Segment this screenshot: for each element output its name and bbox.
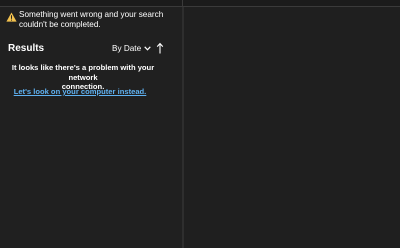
chevron-down-icon — [144, 46, 152, 52]
sort-by-button[interactable]: By Date — [112, 43, 152, 55]
warning-icon — [6, 12, 17, 22]
preview-pane — [184, 7, 400, 248]
error-message-line2: couldn't be completed. — [19, 20, 101, 29]
top-bar — [0, 0, 400, 7]
network-error-line1: It looks like there's a problem with you… — [11, 63, 155, 82]
arrow-up-icon[interactable] — [155, 42, 165, 55]
sort-by-label: By Date — [112, 44, 142, 53]
error-banner: Something went wrong and your search cou… — [5, 10, 177, 36]
search-local-link[interactable]: Let's look on your computer instead. — [0, 87, 160, 96]
top-bar-divider — [182, 0, 183, 6]
results-title: Results — [8, 43, 45, 54]
results-header: Results By Date — [8, 42, 172, 56]
error-message: Something went wrong and your search cou… — [19, 10, 179, 30]
error-message-line1: Something went wrong and your search — [19, 10, 164, 19]
